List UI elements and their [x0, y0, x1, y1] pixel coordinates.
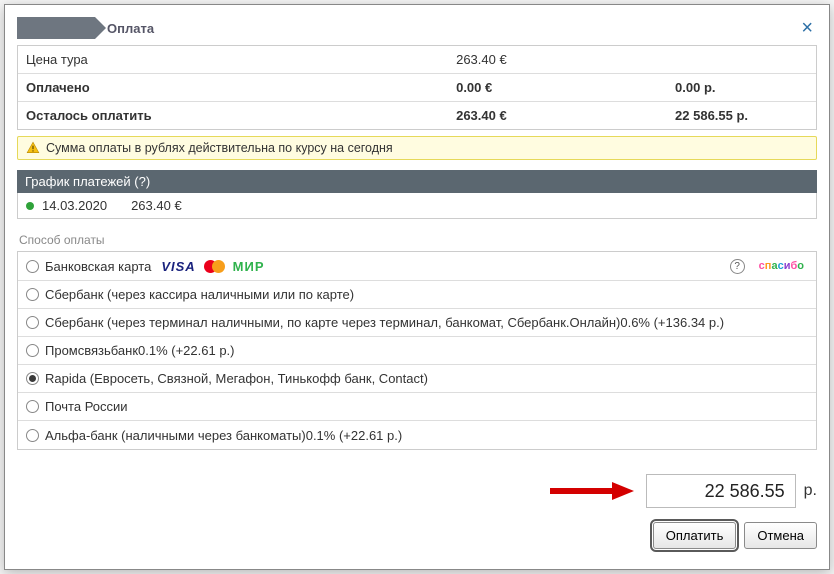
method-text: Сбербанк (через терминал наличными, по к…	[45, 315, 808, 330]
radio-icon[interactable]	[26, 288, 39, 301]
row-remaining: Осталось оплатить 263.40 € 22 586.55 р.	[18, 102, 816, 129]
warning-icon	[26, 141, 40, 155]
schedule-date: 14.03.2020	[42, 198, 107, 213]
price-label: Цена тура	[26, 52, 456, 67]
method-text: Сбербанк (через кассира наличными или по…	[45, 287, 808, 302]
amount-input[interactable]	[646, 474, 796, 508]
row-paid: Оплачено 0.00 € 0.00 р.	[18, 74, 816, 102]
method-text: Альфа-банк (наличными через банкоматы)0.…	[45, 428, 808, 443]
spasibo-logo: спасибо	[755, 258, 808, 274]
payment-methods: Банковская карта VISA МИР ? спасибо Сбер…	[17, 251, 817, 450]
notice-text: Сумма оплаты в рублях действительна по к…	[46, 141, 393, 155]
method-rapida[interactable]: Rapida (Евросеть, Связной, Мегафон, Тинь…	[18, 365, 816, 393]
radio-icon[interactable]	[26, 429, 39, 442]
payment-modal: Оплата × Цена тура 263.40 € Оплачено 0.0…	[4, 4, 830, 570]
modal-header: Оплата ×	[17, 17, 817, 39]
method-sberbank-cashier[interactable]: Сбербанк (через кассира наличными или по…	[18, 281, 816, 309]
arrow-right-icon	[550, 482, 634, 500]
method-pochta[interactable]: Почта России	[18, 393, 816, 421]
radio-icon[interactable]	[26, 344, 39, 357]
status-dot-icon	[26, 202, 34, 210]
amount-row: р.	[17, 474, 817, 508]
method-text: Банковская карта	[45, 259, 151, 274]
remain-label: Осталось оплатить	[26, 108, 456, 123]
radio-icon[interactable]	[26, 372, 39, 385]
mastercard-logo	[204, 260, 225, 273]
method-text: Почта России	[45, 399, 808, 414]
pay-button[interactable]: Оплатить	[653, 522, 737, 549]
button-row: Оплатить Отмена	[17, 522, 817, 549]
payment-method-label: Способ оплаты	[17, 233, 817, 251]
help-icon[interactable]: ?	[730, 259, 745, 274]
paid-eur: 0.00 €	[456, 80, 675, 95]
modal-title: Оплата	[107, 21, 154, 36]
close-icon[interactable]: ×	[797, 18, 817, 38]
schedule-amount: 263.40 €	[131, 198, 182, 213]
radio-icon[interactable]	[26, 400, 39, 413]
remain-rub: 22 586.55 р.	[675, 108, 808, 123]
radio-icon[interactable]	[26, 260, 39, 273]
cancel-button[interactable]: Отмена	[744, 522, 817, 549]
currency-label: р.	[804, 482, 817, 500]
mir-logo: МИР	[233, 259, 265, 274]
row-tour-price: Цена тура 263.40 €	[18, 46, 816, 74]
price-summary: Цена тура 263.40 € Оплачено 0.00 € 0.00 …	[17, 45, 817, 130]
price-eur: 263.40 €	[456, 52, 675, 67]
paid-label: Оплачено	[26, 80, 456, 95]
paid-rub: 0.00 р.	[675, 80, 808, 95]
schedule-header[interactable]: График платежей (?)	[17, 170, 817, 193]
method-text: Rapida (Евросеть, Связной, Мегафон, Тинь…	[45, 371, 808, 386]
schedule-row: 14.03.2020 263.40 €	[17, 193, 817, 219]
method-sberbank-terminal[interactable]: Сбербанк (через терминал наличными, по к…	[18, 309, 816, 337]
method-card[interactable]: Банковская карта VISA МИР ? спасибо	[18, 252, 816, 281]
method-text: Промсвязьбанк0.1% (+22.61 р.)	[45, 343, 808, 358]
radio-icon[interactable]	[26, 316, 39, 329]
method-alfabank[interactable]: Альфа-банк (наличными через банкоматы)0.…	[18, 421, 816, 449]
method-promsvyazbank[interactable]: Промсвязьбанк0.1% (+22.61 р.)	[18, 337, 816, 365]
breadcrumb-chip	[17, 17, 95, 39]
visa-logo: VISA	[161, 259, 195, 274]
rate-notice: Сумма оплаты в рублях действительна по к…	[17, 136, 817, 160]
remain-eur: 263.40 €	[456, 108, 675, 123]
